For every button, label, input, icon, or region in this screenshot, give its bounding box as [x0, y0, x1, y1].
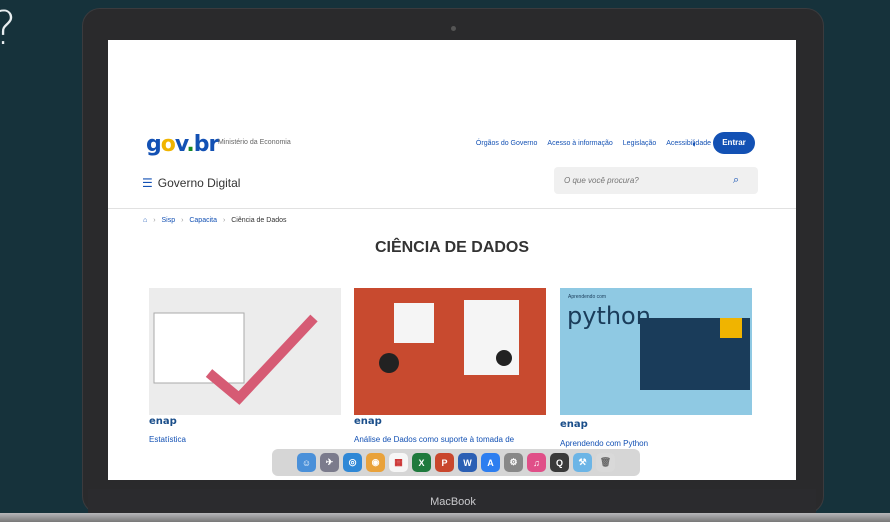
- main-menu[interactable]: ☰ Governo Digital: [142, 176, 240, 190]
- calendar-icon[interactable]: ▦: [389, 453, 408, 472]
- header-divider: [108, 208, 796, 209]
- search-icon[interactable]: ⌕: [733, 174, 739, 187]
- link-legislacao[interactable]: Legislação: [623, 140, 656, 147]
- settings-icon[interactable]: ⚙: [504, 453, 523, 472]
- separator-icon: ›: [222, 217, 226, 224]
- excel-icon[interactable]: X: [412, 453, 431, 472]
- hamburger-icon[interactable]: ☰: [142, 176, 153, 190]
- trash-icon[interactable]: 🗑: [596, 453, 615, 472]
- link-acesso[interactable]: Acesso à informação: [547, 140, 612, 147]
- home-icon[interactable]: ⌂: [143, 217, 147, 224]
- enap-logo: enap: [149, 416, 177, 427]
- itunes-icon[interactable]: ♫: [527, 453, 546, 472]
- finder-icon[interactable]: ☺: [297, 453, 316, 472]
- card-title-estatistica[interactable]: Estatística: [149, 435, 186, 444]
- gov-logo[interactable]: gov.br: [146, 132, 219, 157]
- mac-dock: ☺ ✈ ◎ ◉ ▦ X P W A ⚙ ♫ Q ⚒ 🗑: [272, 449, 640, 476]
- menu-title: Governo Digital: [157, 176, 241, 190]
- crumb-capacita[interactable]: Capacita: [189, 217, 217, 224]
- python-small-text: Aprendendo com: [568, 294, 607, 300]
- python-logo-text: python: [567, 302, 651, 330]
- card-title-python[interactable]: Aprendendo com Python: [560, 439, 648, 448]
- crumb-sisp[interactable]: Sisp: [161, 217, 175, 224]
- xcode-icon[interactable]: ⚒: [573, 453, 592, 472]
- crumb-ciencia: Ciência de Dados: [231, 217, 287, 224]
- macbook-label: MacBook: [430, 496, 476, 508]
- card-image-analise[interactable]: [354, 288, 546, 415]
- enap-logo: enap: [560, 419, 588, 430]
- search-input[interactable]: [554, 167, 758, 194]
- card-image-python[interactable]: Aprendendo com python: [560, 288, 752, 415]
- chrome-icon[interactable]: ◉: [366, 453, 385, 472]
- card-image-estatistica[interactable]: [149, 288, 341, 415]
- powerpoint-icon[interactable]: P: [435, 453, 454, 472]
- camera: [451, 26, 456, 31]
- ministry-label: Ministério da Economia: [218, 139, 291, 146]
- launchpad-icon[interactable]: ✈: [320, 453, 339, 472]
- top-links: Órgãos do Governo Acesso à informação Le…: [476, 140, 711, 147]
- header: gov.br Ministério da Economia Órgãos do …: [108, 120, 796, 208]
- enap-logo: enap: [354, 416, 382, 427]
- separator-icon: ›: [153, 217, 156, 224]
- edge-text: ? l: [0, 5, 16, 91]
- entrar-button[interactable]: Entrar: [713, 132, 755, 154]
- contrast-icon[interactable]: ◐: [692, 139, 697, 149]
- safari-icon[interactable]: ◎: [343, 453, 362, 472]
- page-title: CIÊNCIA DE DADOS: [374, 239, 530, 256]
- card-title-analise[interactable]: Análise de Dados como suporte à tomada d…: [354, 435, 514, 444]
- browser-screen: gov.br Ministério da Economia Órgãos do …: [108, 40, 796, 480]
- separator-icon: ›: [181, 217, 184, 224]
- link-acessibilidade[interactable]: Acessibilidade: [666, 140, 711, 147]
- link-orgaos[interactable]: Órgãos do Governo: [476, 140, 537, 147]
- app-store-icon[interactable]: A: [481, 453, 500, 472]
- data-analysis-illustration: [379, 300, 519, 375]
- word-icon[interactable]: W: [458, 453, 477, 472]
- laptop-base: [0, 513, 890, 522]
- laptop-checkmark-illustration: [153, 312, 318, 405]
- breadcrumb: ⌂ › Sisp › Capacita › Ciência de Dados: [143, 217, 291, 224]
- quicktime-icon[interactable]: Q: [550, 453, 569, 472]
